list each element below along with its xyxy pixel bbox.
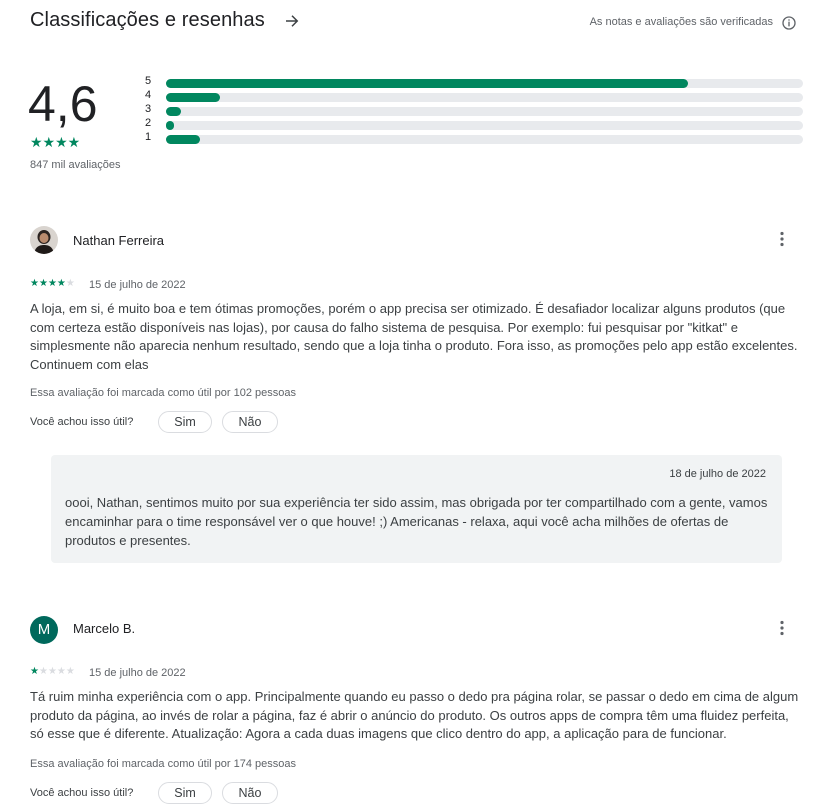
review-text: Tá ruim minha experiência com o app. Pri… [30, 689, 799, 741]
review-date: 15 de julho de 2022 [89, 667, 186, 679]
arrow-right-icon[interactable] [283, 12, 301, 30]
helpful-question: Você achou isso útil? [30, 787, 134, 799]
review-stars: ★★★★★ [30, 666, 75, 677]
rating-bar-1: 1 [145, 131, 805, 146]
star-empty-icon: ★ [65, 278, 75, 289]
avatar [30, 226, 58, 254]
no-button[interactable]: Não [222, 411, 278, 433]
rating-bar-3: 3 [145, 103, 805, 118]
info-icon[interactable] [781, 15, 797, 31]
reply-text: oooi, Nathan, sentimos muito por sua exp… [65, 495, 768, 548]
review-stars: ★★★★★ [30, 278, 75, 289]
yes-button[interactable]: Sim [158, 782, 212, 804]
rating-bar-fill [166, 93, 221, 102]
star-filled-icon: ★ [30, 278, 39, 289]
rating-bar-track [166, 79, 803, 88]
rating-bar-label: 5 [145, 75, 152, 87]
avatar: M [30, 616, 58, 644]
rating-bar-label: 2 [145, 117, 152, 129]
helpful-count: Essa avaliação foi marcada como útil por… [30, 387, 296, 399]
rating-bar-fill [166, 79, 689, 88]
rating-bar-label: 3 [145, 103, 152, 115]
developer-reply: 18 de julho de 2022 oooi, Nathan, sentim… [51, 455, 782, 563]
section-title: Classificações e resenhas [30, 9, 265, 31]
star-empty-icon: ★ [38, 666, 48, 677]
ratings-count: 847 mil avaliações [30, 159, 121, 171]
average-rating: 4,6 [28, 76, 98, 132]
star-empty-icon: ★ [47, 666, 57, 677]
review-date: 15 de julho de 2022 [89, 279, 186, 291]
more-vert-icon[interactable] [774, 231, 790, 247]
rating-bar-track [166, 121, 803, 130]
star-empty-icon: ★ [56, 666, 66, 677]
more-vert-icon[interactable] [774, 620, 790, 636]
review-author: Nathan Ferreira [73, 233, 165, 248]
yes-button[interactable]: Sim [158, 411, 212, 433]
star-filled-icon: ★ [38, 278, 48, 289]
rating-bar-fill [166, 121, 174, 130]
star-filled-icon: ★ [56, 278, 66, 289]
reply-date: 18 de julho de 2022 [669, 468, 766, 480]
review-text: A loja, em si, é muito boa e tem ótimas … [30, 301, 798, 372]
rating-bar-2: 2 [145, 117, 805, 132]
helpful-count: Essa avaliação foi marcada como útil por… [30, 758, 296, 770]
star-filled-icon: ★ [47, 278, 57, 289]
average-stars: ★★★★ [30, 134, 81, 150]
rating-bar-label: 4 [145, 89, 152, 101]
rating-bar-fill [166, 135, 201, 144]
rating-bar-track [166, 93, 803, 102]
rating-bar-fill [166, 107, 181, 116]
review-author: Marcelo B. [73, 621, 136, 636]
rating-bar-track [166, 135, 803, 144]
verified-note: As notas e avaliações são verificadas [589, 16, 773, 28]
star-filled-icon: ★ [30, 666, 39, 677]
rating-bar-5: 5 [145, 75, 805, 90]
rating-bar-4: 4 [145, 89, 805, 104]
star-empty-icon: ★ [65, 666, 75, 677]
no-button[interactable]: Não [222, 782, 278, 804]
rating-bar-label: 1 [145, 131, 152, 143]
helpful-question: Você achou isso útil? [30, 416, 134, 428]
user-photo-icon [30, 226, 58, 254]
rating-bar-track [166, 107, 803, 116]
